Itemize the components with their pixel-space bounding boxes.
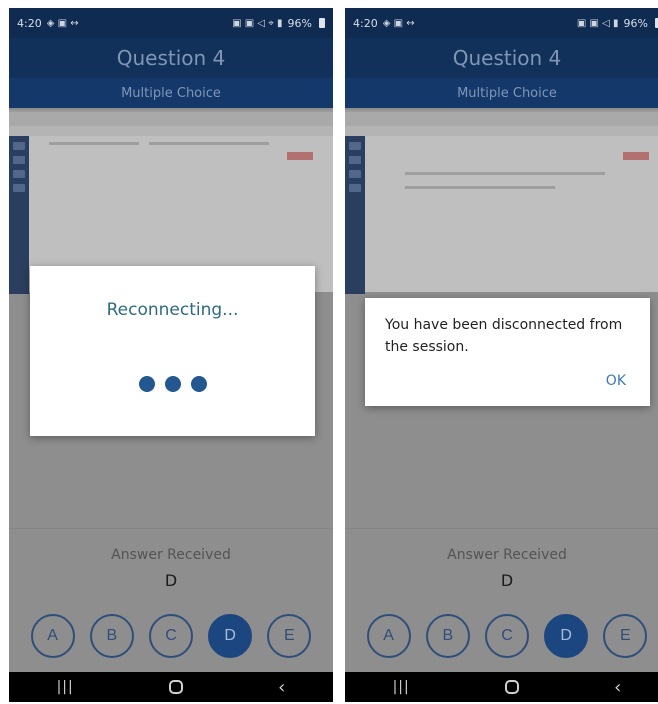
answer-received-label: Answer Received (447, 547, 567, 563)
choice-c-button[interactable]: C (484, 614, 529, 658)
app-sidebar (345, 136, 365, 294)
loading-dot-icon (164, 376, 181, 392)
battery-percent: 96% (287, 16, 312, 30)
recents-icon[interactable]: ||| (393, 679, 410, 695)
ok-button[interactable]: OK (606, 373, 626, 389)
choice-e-button[interactable]: E (267, 614, 312, 658)
shot-red-button (623, 152, 649, 160)
choice-c-button[interactable]: C (148, 614, 193, 658)
sidebar-block (349, 142, 361, 150)
app-sidebar (9, 136, 29, 294)
sidebar-block (349, 184, 361, 192)
status-time: 4:20 (353, 16, 378, 30)
choice-b-button[interactable]: B (425, 614, 470, 658)
shot-line (405, 172, 605, 175)
loading-dots (30, 376, 315, 392)
answer-area: Answer Received D (345, 528, 658, 590)
answer-area: Answer Received D (9, 528, 333, 590)
back-icon[interactable]: ‹ (614, 677, 621, 698)
shot-line (149, 142, 269, 145)
phone-screen-reconnecting: 4:20 ◈ ▣ ↔ ▣ ▣ ◁ ⌖ ▮ 96% Question 4 Mult… (9, 8, 333, 702)
browser-bookmarks (9, 126, 333, 136)
shared-screen-image (345, 110, 658, 294)
status-bar: 4:20 ◈ ▣ ↔ ▣ ▣ ◁ ⌖ ▮ 96% (9, 8, 333, 38)
loading-dot-icon (190, 376, 207, 392)
reconnecting-message: Reconnecting... (106, 300, 239, 320)
choice-e-button[interactable]: E (603, 614, 648, 658)
answer-received-label: Answer Received (111, 547, 231, 563)
notification-icons: ◈ ▣ ↔ (46, 17, 79, 29)
system-icons: ▣ ▣ ◁ ⌖ ▮ (232, 17, 283, 29)
sidebar-block (13, 142, 25, 150)
sidebar-block (13, 184, 25, 192)
home-icon[interactable] (504, 680, 519, 694)
notification-icons: ◈ ▣ ↔ (382, 17, 415, 29)
browser-toolbar (9, 112, 333, 126)
shot-red-button (287, 152, 313, 160)
page-title: Question 4 (345, 38, 658, 78)
sidebar-block (349, 156, 361, 164)
android-nav-bar: ||| ‹ (345, 672, 658, 702)
shot-line (49, 142, 139, 145)
sidebar-block (13, 170, 25, 178)
disconnected-dialog: You have been disconnected from the sess… (365, 298, 650, 406)
status-time: 4:20 (17, 16, 42, 30)
answer-received-value: D (164, 571, 178, 590)
shot-line (405, 186, 555, 189)
question-type: Multiple Choice (345, 78, 658, 108)
phone-screen-disconnected: 4:20 ◈ ▣ ↔ ▣ ▣ ◁ ▮ 96% Question 4 Multip… (345, 8, 658, 702)
recents-icon[interactable]: ||| (57, 679, 74, 695)
sidebar-block (349, 170, 361, 178)
page-title: Question 4 (9, 38, 333, 78)
choice-a-button[interactable]: A (366, 614, 411, 658)
choice-a-button[interactable]: A (30, 614, 75, 658)
answer-received-value: D (500, 571, 514, 590)
home-icon[interactable] (168, 680, 183, 694)
back-icon[interactable]: ‹ (278, 677, 285, 698)
battery-icon (319, 18, 325, 28)
choice-b-button[interactable]: B (89, 614, 134, 658)
disconnected-message: You have been disconnected from the sess… (385, 317, 623, 355)
browser-toolbar (345, 112, 658, 126)
battery-percent: 96% (623, 16, 648, 30)
choice-buttons: A B C D E (345, 612, 658, 660)
reconnecting-dialog: Reconnecting... (30, 266, 315, 436)
sidebar-block (13, 156, 25, 164)
choice-buttons: A B C D E (9, 612, 333, 660)
status-bar: 4:20 ◈ ▣ ↔ ▣ ▣ ◁ ▮ 96% (345, 8, 658, 38)
shared-screen-image (9, 110, 333, 294)
android-nav-bar: ||| ‹ (9, 672, 333, 702)
loading-dot-icon (138, 376, 155, 392)
system-icons: ▣ ▣ ◁ ▮ (576, 17, 619, 29)
question-type: Multiple Choice (9, 78, 333, 108)
choice-d-button[interactable]: D (208, 614, 253, 658)
browser-bookmarks (345, 126, 658, 136)
choice-d-button[interactable]: D (544, 614, 589, 658)
